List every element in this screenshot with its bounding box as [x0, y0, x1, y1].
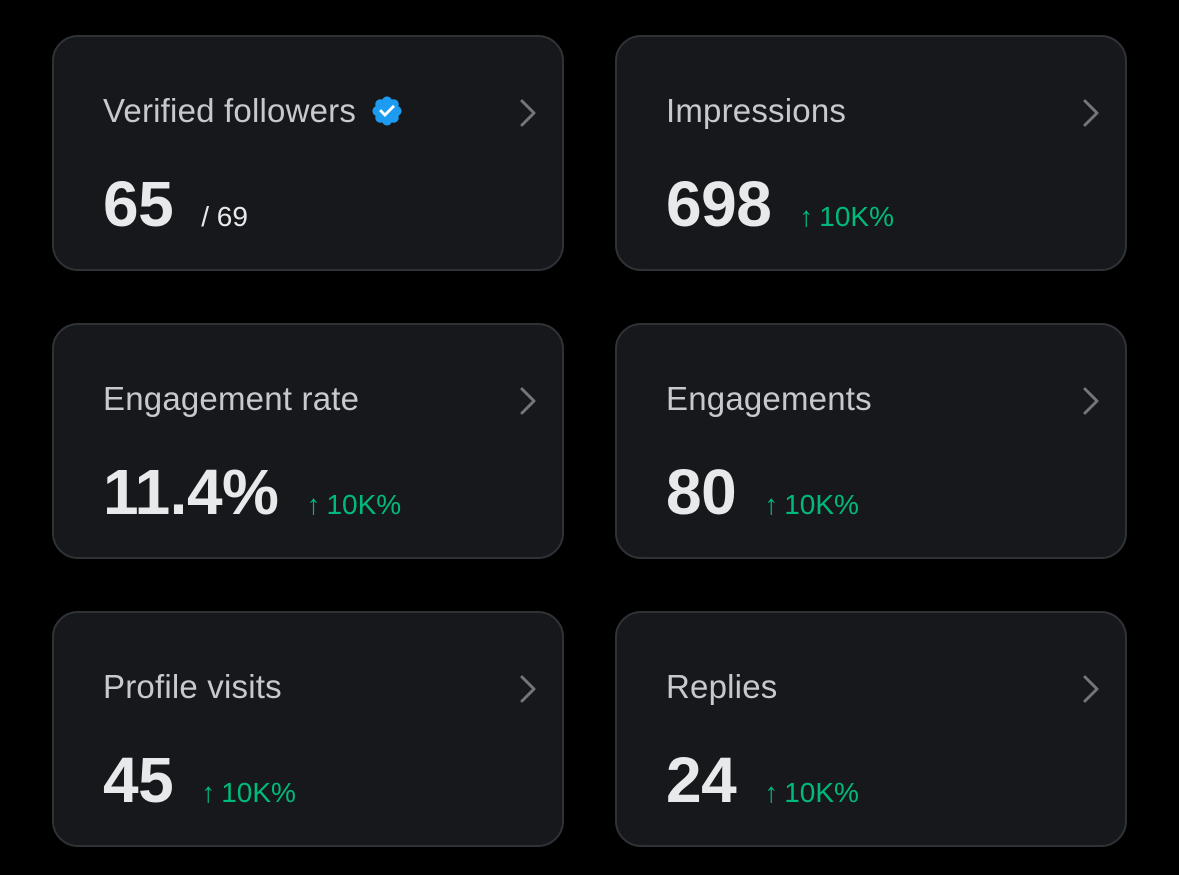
card-label: Engagements	[666, 380, 872, 417]
card-header: Profile visits	[103, 667, 282, 707]
card-value-row: 11.4% ↑ 10K%	[103, 455, 401, 529]
engagement-rate-card[interactable]: Engagement rate 11.4% ↑ 10K%	[52, 323, 564, 559]
card-label: Replies	[666, 668, 778, 705]
card-value-row: 698 ↑ 10K%	[666, 167, 894, 241]
card-value: 65	[103, 168, 174, 240]
card-value-row: 24 ↑ 10K%	[666, 743, 859, 817]
card-value-row: 65 / 69	[103, 167, 248, 241]
arrow-up-icon: ↑	[764, 777, 779, 808]
arrow-up-icon: ↑	[764, 489, 779, 520]
replies-card[interactable]: Replies 24 ↑ 10K%	[615, 611, 1127, 847]
change-percent: 10K%	[784, 489, 859, 520]
chevron-right-icon	[520, 99, 536, 127]
analytics-grid: Verified followers 65 / 69 Impressions 6…	[0, 0, 1179, 875]
card-value: 45	[103, 744, 174, 816]
chevron-right-icon	[520, 387, 536, 415]
card-header: Engagement rate	[103, 379, 359, 419]
verified-followers-card[interactable]: Verified followers 65 / 69	[52, 35, 564, 271]
chevron-right-icon	[1083, 387, 1099, 415]
card-total: / 69	[201, 201, 248, 232]
change-indicator: ↑ 10K%	[306, 489, 401, 521]
chevron-right-icon	[520, 675, 536, 703]
card-value: 698	[666, 168, 772, 240]
arrow-up-icon: ↑	[799, 201, 814, 232]
card-label: Engagement rate	[103, 380, 360, 417]
card-value: 11.4%	[103, 456, 279, 528]
card-label: Profile visits	[103, 668, 282, 705]
profile-visits-card[interactable]: Profile visits 45 ↑ 10K%	[52, 611, 564, 847]
arrow-up-icon: ↑	[201, 777, 216, 808]
change-percent: 10K%	[221, 777, 296, 808]
card-value: 80	[666, 456, 737, 528]
card-value-row: 80 ↑ 10K%	[666, 455, 859, 529]
impressions-card[interactable]: Impressions 698 ↑ 10K%	[615, 35, 1127, 271]
change-indicator: ↑ 10K%	[764, 777, 859, 809]
change-indicator: ↑ 10K%	[201, 777, 296, 809]
card-header: Engagements	[666, 379, 872, 419]
arrow-up-icon: ↑	[306, 489, 321, 520]
verified-badge-icon	[372, 96, 402, 126]
card-header: Impressions	[666, 91, 846, 131]
change-percent: 10K%	[326, 489, 402, 520]
change-percent: 10K%	[784, 777, 859, 808]
card-label: Impressions	[666, 92, 847, 129]
change-indicator: ↑ 10K%	[764, 489, 859, 521]
card-header: Verified followers	[103, 91, 404, 131]
card-header: Replies	[666, 667, 777, 707]
card-value: 24	[666, 744, 737, 816]
change-percent: 10K%	[819, 201, 894, 232]
change-indicator: ↑ 10K%	[799, 201, 894, 233]
card-label: Verified followers	[103, 92, 357, 129]
card-value-row: 45 ↑ 10K%	[103, 743, 296, 817]
engagements-card[interactable]: Engagements 80 ↑ 10K%	[615, 323, 1127, 559]
chevron-right-icon	[1083, 99, 1099, 127]
chevron-right-icon	[1083, 675, 1099, 703]
